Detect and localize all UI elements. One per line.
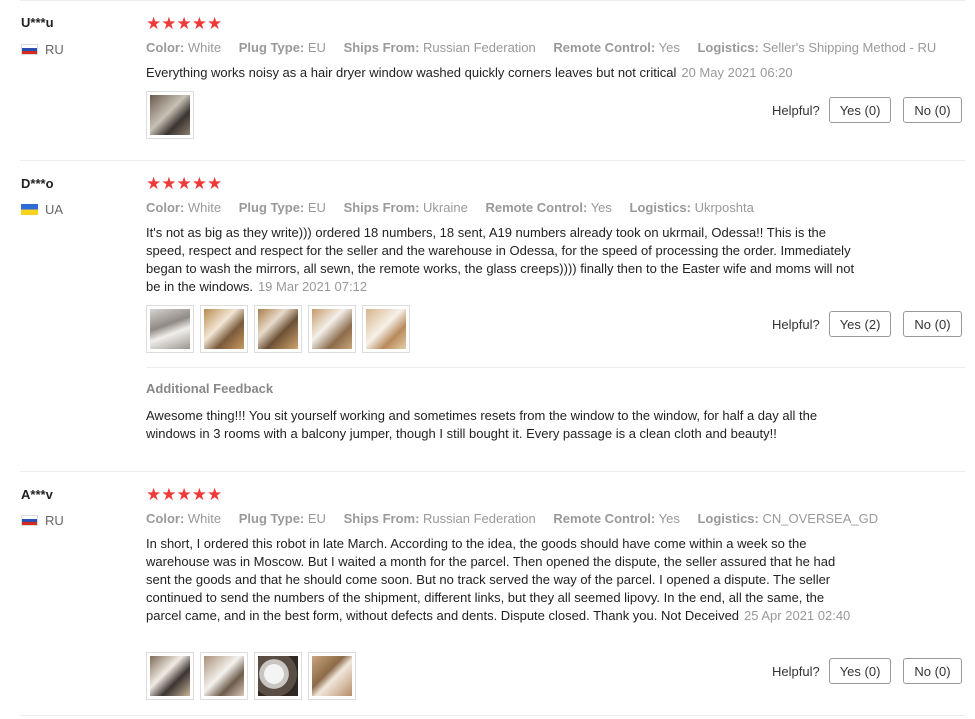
- plug-value: EU: [307, 40, 326, 55]
- logistics-key: Logistics:: [629, 200, 691, 215]
- review-photos: [146, 305, 410, 353]
- helpful-label: Helpful?: [772, 102, 820, 118]
- product-attributes: Color: White Plug Type: EU Ships From: U…: [146, 200, 768, 215]
- country-code: UA: [45, 202, 64, 217]
- ships-key: Ships From:: [343, 40, 420, 55]
- helpful-yes-button[interactable]: Yes (0): [828, 97, 892, 123]
- review-text: It's not as big as they write))) ordered…: [146, 225, 855, 294]
- remote-key: Remote Control:: [553, 511, 656, 526]
- plug-key: Plug Type:: [238, 40, 305, 55]
- additional-feedback-title: Additional Feedback: [146, 381, 274, 396]
- plug-key: Plug Type:: [238, 511, 305, 526]
- review-photo-thumbnail[interactable]: [308, 305, 356, 353]
- reviewer-name: U***u: [21, 15, 54, 30]
- russia-flag-icon: [21, 44, 38, 55]
- country-code: RU: [45, 513, 64, 528]
- review-photo-thumbnail[interactable]: [308, 652, 356, 700]
- review-photo-thumbnail[interactable]: [146, 91, 194, 139]
- star-rating: ★★★★★: [146, 485, 223, 504]
- remote-value: Yes: [658, 40, 680, 55]
- logistics-value: CN_OVERSEA_GD: [762, 511, 879, 526]
- review-photo-thumbnail[interactable]: [254, 652, 302, 700]
- logistics-value: Seller's Shipping Method - RU: [762, 40, 937, 55]
- russia-flag-icon: [21, 515, 38, 526]
- remote-key: Remote Control:: [485, 200, 588, 215]
- remote-key: Remote Control:: [553, 40, 656, 55]
- review-photos: [146, 652, 356, 700]
- color-key: Color:: [146, 511, 185, 526]
- helpful-controls: Helpful? Yes (2) No (0): [772, 311, 962, 337]
- review-photos: [146, 91, 194, 139]
- review-date: 19 Mar 2021 07:12: [257, 279, 368, 294]
- additional-feedback-text: Awesome thing!!! You sit yourself workin…: [146, 408, 818, 441]
- star-rating: ★★★★★: [146, 174, 223, 193]
- star-rating: ★★★★★: [146, 14, 223, 33]
- helpful-label: Helpful?: [772, 316, 820, 332]
- helpful-label: Helpful?: [772, 663, 820, 679]
- logistics-value: Ukrposhta: [694, 200, 754, 215]
- review-photo-thumbnail[interactable]: [200, 652, 248, 700]
- helpful-no-button[interactable]: No (0): [903, 97, 962, 123]
- ships-key: Ships From:: [343, 511, 420, 526]
- plug-value: EU: [307, 200, 326, 215]
- helpful-controls: Helpful? Yes (0) No (0): [772, 658, 962, 684]
- review-text: Everything works noisy as a hair dryer w…: [146, 65, 793, 80]
- review-text: In short, I ordered this robot in late M…: [146, 536, 851, 623]
- color-value: White: [187, 511, 222, 526]
- reviewer-country: RU: [21, 42, 64, 57]
- remote-value: Yes: [658, 511, 680, 526]
- review-photo-thumbnail[interactable]: [146, 652, 194, 700]
- ships-value: Ukraine: [423, 200, 468, 215]
- helpful-controls: Helpful? Yes (0) No (0): [772, 97, 962, 123]
- logistics-key: Logistics:: [697, 40, 759, 55]
- country-code: RU: [45, 42, 64, 57]
- ships-value: Russian Federation: [423, 511, 536, 526]
- reviewer-name: D***o: [21, 176, 54, 191]
- helpful-no-button[interactable]: No (0): [903, 658, 962, 684]
- ships-key: Ships From:: [343, 200, 420, 215]
- reviewer-country: UA: [21, 202, 63, 217]
- ukraine-flag-icon: [21, 204, 38, 215]
- review-photo-thumbnail[interactable]: [254, 305, 302, 353]
- color-value: White: [187, 200, 222, 215]
- plug-key: Plug Type:: [238, 200, 305, 215]
- review-photo-thumbnail[interactable]: [362, 305, 410, 353]
- review-photo-thumbnail[interactable]: [146, 305, 194, 353]
- product-attributes: Color: White Plug Type: EU Ships From: R…: [146, 511, 892, 526]
- helpful-yes-button[interactable]: Yes (2): [828, 311, 892, 337]
- color-value: White: [187, 40, 222, 55]
- remote-value: Yes: [590, 200, 612, 215]
- review-date: 20 May 2021 06:20: [681, 65, 793, 80]
- ships-value: Russian Federation: [423, 40, 536, 55]
- logistics-key: Logistics:: [697, 511, 759, 526]
- helpful-yes-button[interactable]: Yes (0): [828, 658, 892, 684]
- review-date: 25 Apr 2021 02:40: [744, 608, 851, 623]
- color-key: Color:: [146, 40, 185, 55]
- reviewer-name: A***v: [21, 487, 53, 502]
- reviewer-country: RU: [21, 513, 64, 528]
- review-photo-thumbnail[interactable]: [200, 305, 248, 353]
- helpful-no-button[interactable]: No (0): [903, 311, 962, 337]
- product-attributes: Color: White Plug Type: EU Ships From: R…: [146, 40, 950, 55]
- color-key: Color:: [146, 200, 185, 215]
- plug-value: EU: [307, 511, 326, 526]
